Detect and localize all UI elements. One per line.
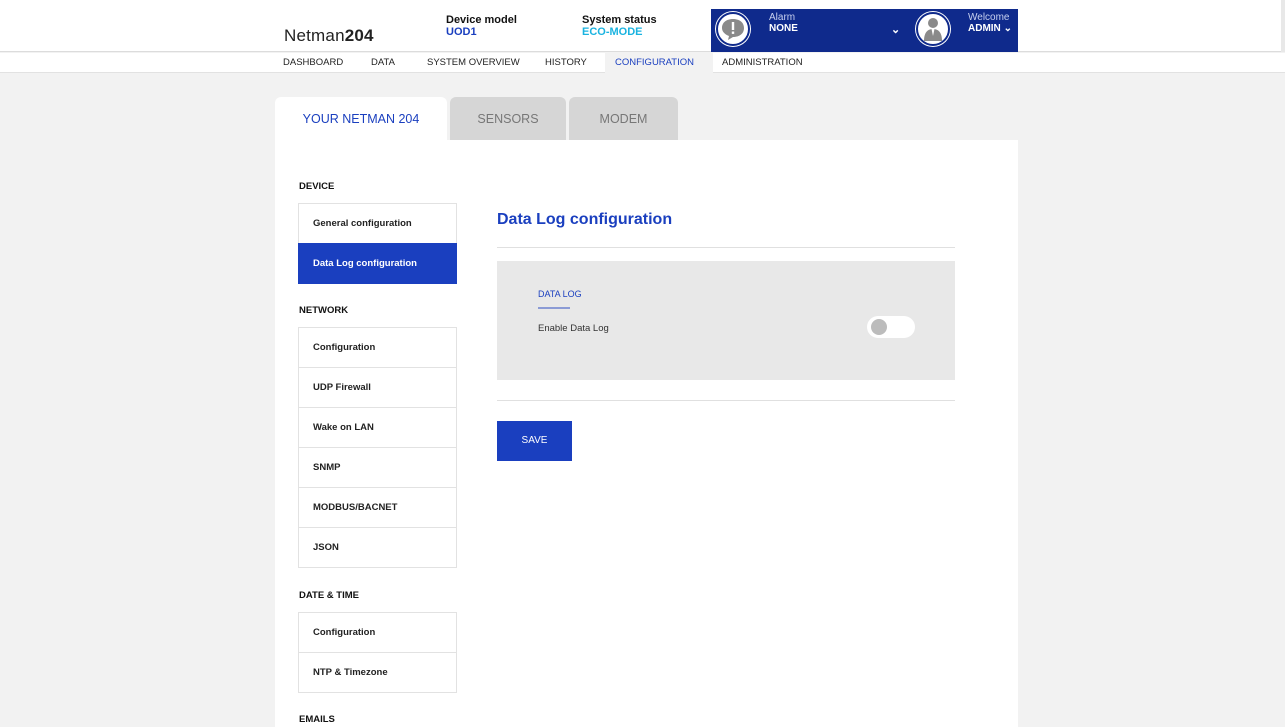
- sidebar-item-json[interactable]: JSON: [298, 527, 457, 568]
- card-title: DATA LOG: [538, 289, 582, 299]
- alarm-user-bar: Alarm NONE ⌄ Welcome ADMIN ⌄: [711, 9, 1018, 52]
- toggle-knob: [871, 319, 887, 335]
- save-button[interactable]: SAVE: [497, 421, 572, 461]
- window-scrollbar[interactable]: [1281, 0, 1285, 52]
- section-network: NETWORK: [299, 305, 349, 316]
- alarm-status: Alarm NONE: [769, 12, 798, 34]
- sidebar-item-date-configuration[interactable]: Configuration: [298, 612, 457, 653]
- system-status-info: System status ECO-MODE: [582, 14, 657, 38]
- user-avatar-icon[interactable]: [916, 12, 950, 46]
- tab-sensors[interactable]: SENSORS: [450, 97, 566, 141]
- enable-data-log-toggle[interactable]: [867, 316, 915, 338]
- system-status-value: ECO-MODE: [582, 26, 643, 38]
- welcome-user[interactable]: Welcome ADMIN ⌄: [968, 12, 1012, 34]
- netman-logo[interactable]: Netman204: [284, 26, 374, 46]
- system-status-label: System status: [582, 14, 657, 26]
- nav-administration[interactable]: ADMINISTRATION: [712, 53, 813, 73]
- sidebar-item-general-configuration[interactable]: General configuration: [298, 203, 457, 244]
- section-emails: EMAILS: [299, 714, 335, 725]
- nav-system-overview[interactable]: SYSTEM OVERVIEW: [417, 53, 530, 73]
- alarm-chevron-down-icon[interactable]: ⌄: [891, 23, 900, 36]
- card-title-underline: [538, 307, 570, 309]
- tab-your-netman[interactable]: YOUR NETMAN 204: [275, 97, 447, 141]
- nav-data[interactable]: DATA: [361, 53, 405, 73]
- divider: [497, 400, 955, 401]
- alarm-value: NONE: [769, 23, 798, 34]
- sidebar-item-snmp[interactable]: SNMP: [298, 447, 457, 488]
- section-device: DEVICE: [299, 181, 335, 192]
- welcome-label: Welcome: [968, 12, 1010, 23]
- device-model-value: UOD1: [446, 26, 477, 38]
- nav-history[interactable]: HISTORY: [535, 53, 597, 73]
- sidebar-item-wake-on-lan[interactable]: Wake on LAN: [298, 407, 457, 448]
- divider: [497, 247, 955, 248]
- page-title: Data Log configuration: [497, 211, 673, 228]
- sidebar-item-ntp-timezone[interactable]: NTP & Timezone: [298, 652, 457, 693]
- alarm-exclamation-icon[interactable]: [716, 12, 750, 46]
- section-date-time: DATE & TIME: [299, 590, 359, 601]
- user-chevron-down-icon[interactable]: ⌄: [1004, 23, 1012, 34]
- nav-configuration[interactable]: CONFIGURATION: [605, 53, 713, 73]
- sidebar-item-udp-firewall[interactable]: UDP Firewall: [298, 367, 457, 408]
- enable-data-log-label: Enable Data Log: [538, 323, 609, 334]
- device-model-label: Device model: [446, 14, 517, 26]
- sidebar-item-data-log-configuration[interactable]: Data Log configuration: [298, 243, 457, 284]
- main-nav: DASHBOARD DATA SYSTEM OVERVIEW HISTORY C…: [0, 53, 1285, 73]
- top-header: Netman204 Device model UOD1 System statu…: [0, 0, 1285, 52]
- data-log-card: DATA LOG Enable Data Log: [497, 261, 955, 380]
- user-name: ADMIN: [968, 23, 1001, 34]
- nav-dashboard[interactable]: DASHBOARD: [273, 53, 353, 73]
- sidebar-item-network-configuration[interactable]: Configuration: [298, 327, 457, 368]
- config-panel: DEVICE General configuration Data Log co…: [275, 140, 1018, 727]
- device-model-info: Device model UOD1: [446, 14, 517, 38]
- sidebar-item-modbus-bacnet[interactable]: MODBUS/BACNET: [298, 487, 457, 528]
- alarm-label: Alarm: [769, 12, 796, 23]
- tab-modem[interactable]: MODEM: [569, 97, 678, 141]
